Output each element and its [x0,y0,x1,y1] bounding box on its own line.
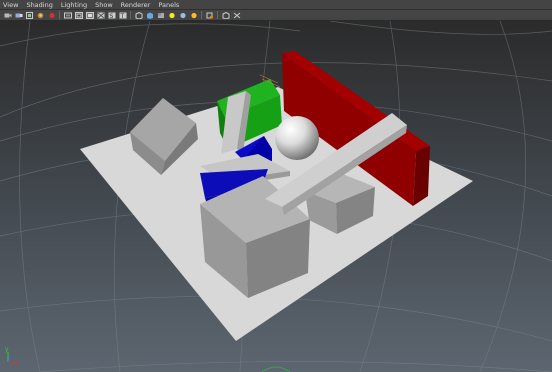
viewport-panel: View Shading Lighting Show Renderer Pane… [0,0,552,372]
safe-action-icon[interactable]: S [107,11,116,19]
menu-renderer[interactable]: Renderer [121,0,151,10]
gate-mask-icon[interactable] [85,11,94,19]
grid-toggle-icon[interactable] [47,11,56,19]
textured-icon[interactable] [145,11,154,19]
toolbar-separator [217,11,218,19]
sphere[interactable] [275,116,319,160]
film-gate-icon[interactable] [63,11,72,19]
panel-toolbar: S T [0,10,552,21]
isolate-select-icon[interactable] [205,11,214,19]
axis-x-label: x [15,360,19,367]
select-camera-icon[interactable] [3,11,12,19]
toolbar-separator [59,11,60,19]
camera-attributes-icon[interactable] [14,11,23,19]
camera-icon[interactable] [232,11,241,19]
svg-text:S: S [109,13,113,19]
field-chart-icon[interactable] [96,11,105,19]
toolbar-separator [201,11,202,19]
menu-view[interactable]: View [3,0,18,10]
ambient-occlusion-icon[interactable] [178,11,187,19]
resolution-gate-icon[interactable] [74,11,83,19]
shadows-icon[interactable] [167,11,176,19]
menu-shading[interactable]: Shading [26,0,52,10]
bookmarks-icon[interactable] [25,11,34,19]
axis-y-label: y [5,346,9,353]
menu-show[interactable]: Show [95,0,113,10]
image-plane-icon[interactable] [36,11,45,19]
svg-text:T: T [119,13,124,19]
viewport-canvas[interactable]: x y [0,21,552,372]
xray-joints-icon[interactable] [221,11,230,19]
toolbar-separator [130,11,131,19]
smooth-shade-icon[interactable] [134,11,143,19]
use-default-light-icon[interactable] [156,11,165,19]
xray-icon[interactable] [189,11,198,19]
3d-viewport[interactable]: x y [0,21,552,372]
wireframe-icon[interactable]: T [118,11,127,19]
panel-menubar: View Shading Lighting Show Renderer Pane… [0,0,552,10]
menu-panels[interactable]: Panels [158,0,179,10]
menu-lighting[interactable]: Lighting [61,0,87,10]
